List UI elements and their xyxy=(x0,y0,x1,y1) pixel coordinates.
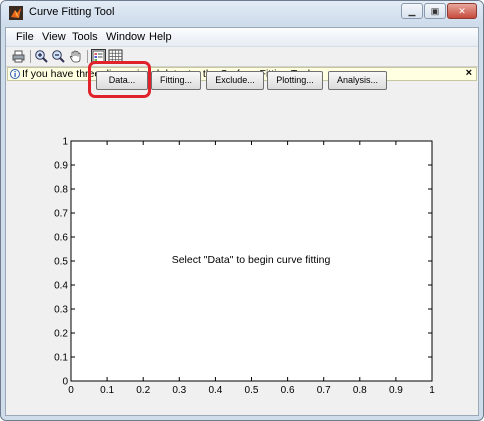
y-tick-label: 0.1 xyxy=(54,353,68,364)
y-tick-label: 0.5 xyxy=(54,257,68,268)
x-tick-label: 0.7 xyxy=(317,385,331,396)
x-tick-label: 0.6 xyxy=(281,385,295,396)
curve-fitting-window: Curve Fitting Tool ▁ ▣ ✕ File View Tools… xyxy=(0,0,484,421)
x-tick-label: 0 xyxy=(68,385,74,396)
y-tick-label: 0.2 xyxy=(54,329,68,340)
y-tick-label: 0.8 xyxy=(54,185,68,196)
y-tick-label: 0.4 xyxy=(54,281,68,292)
x-tick-label: 1 xyxy=(429,385,435,396)
y-tick-label: 0.7 xyxy=(54,209,68,220)
x-tick-label: 0.8 xyxy=(353,385,367,396)
x-tick-label: 0.4 xyxy=(208,385,222,396)
x-tick-label: 0.5 xyxy=(245,385,259,396)
y-tick-label: 1 xyxy=(62,137,68,148)
x-tick-label: 0.3 xyxy=(172,385,186,396)
y-tick-label: 0.6 xyxy=(54,233,68,244)
x-tick-label: 0.9 xyxy=(389,385,403,396)
plot-axes[interactable]: 0 0.1 0.2 0.3 0.4 0.5 0.6 0.7 0.8 0.9 1 0 0.1 0.2 0.3 0… xyxy=(1,1,483,420)
y-tick-label: 0 xyxy=(62,377,68,388)
x-tick-label: 0.2 xyxy=(136,385,150,396)
x-tick-label: 0.1 xyxy=(100,385,114,396)
y-tick-label: 0.9 xyxy=(54,161,68,172)
y-tick-label: 0.3 xyxy=(54,305,68,316)
plot-message: Select "Data" to begin curve fitting xyxy=(172,254,331,266)
